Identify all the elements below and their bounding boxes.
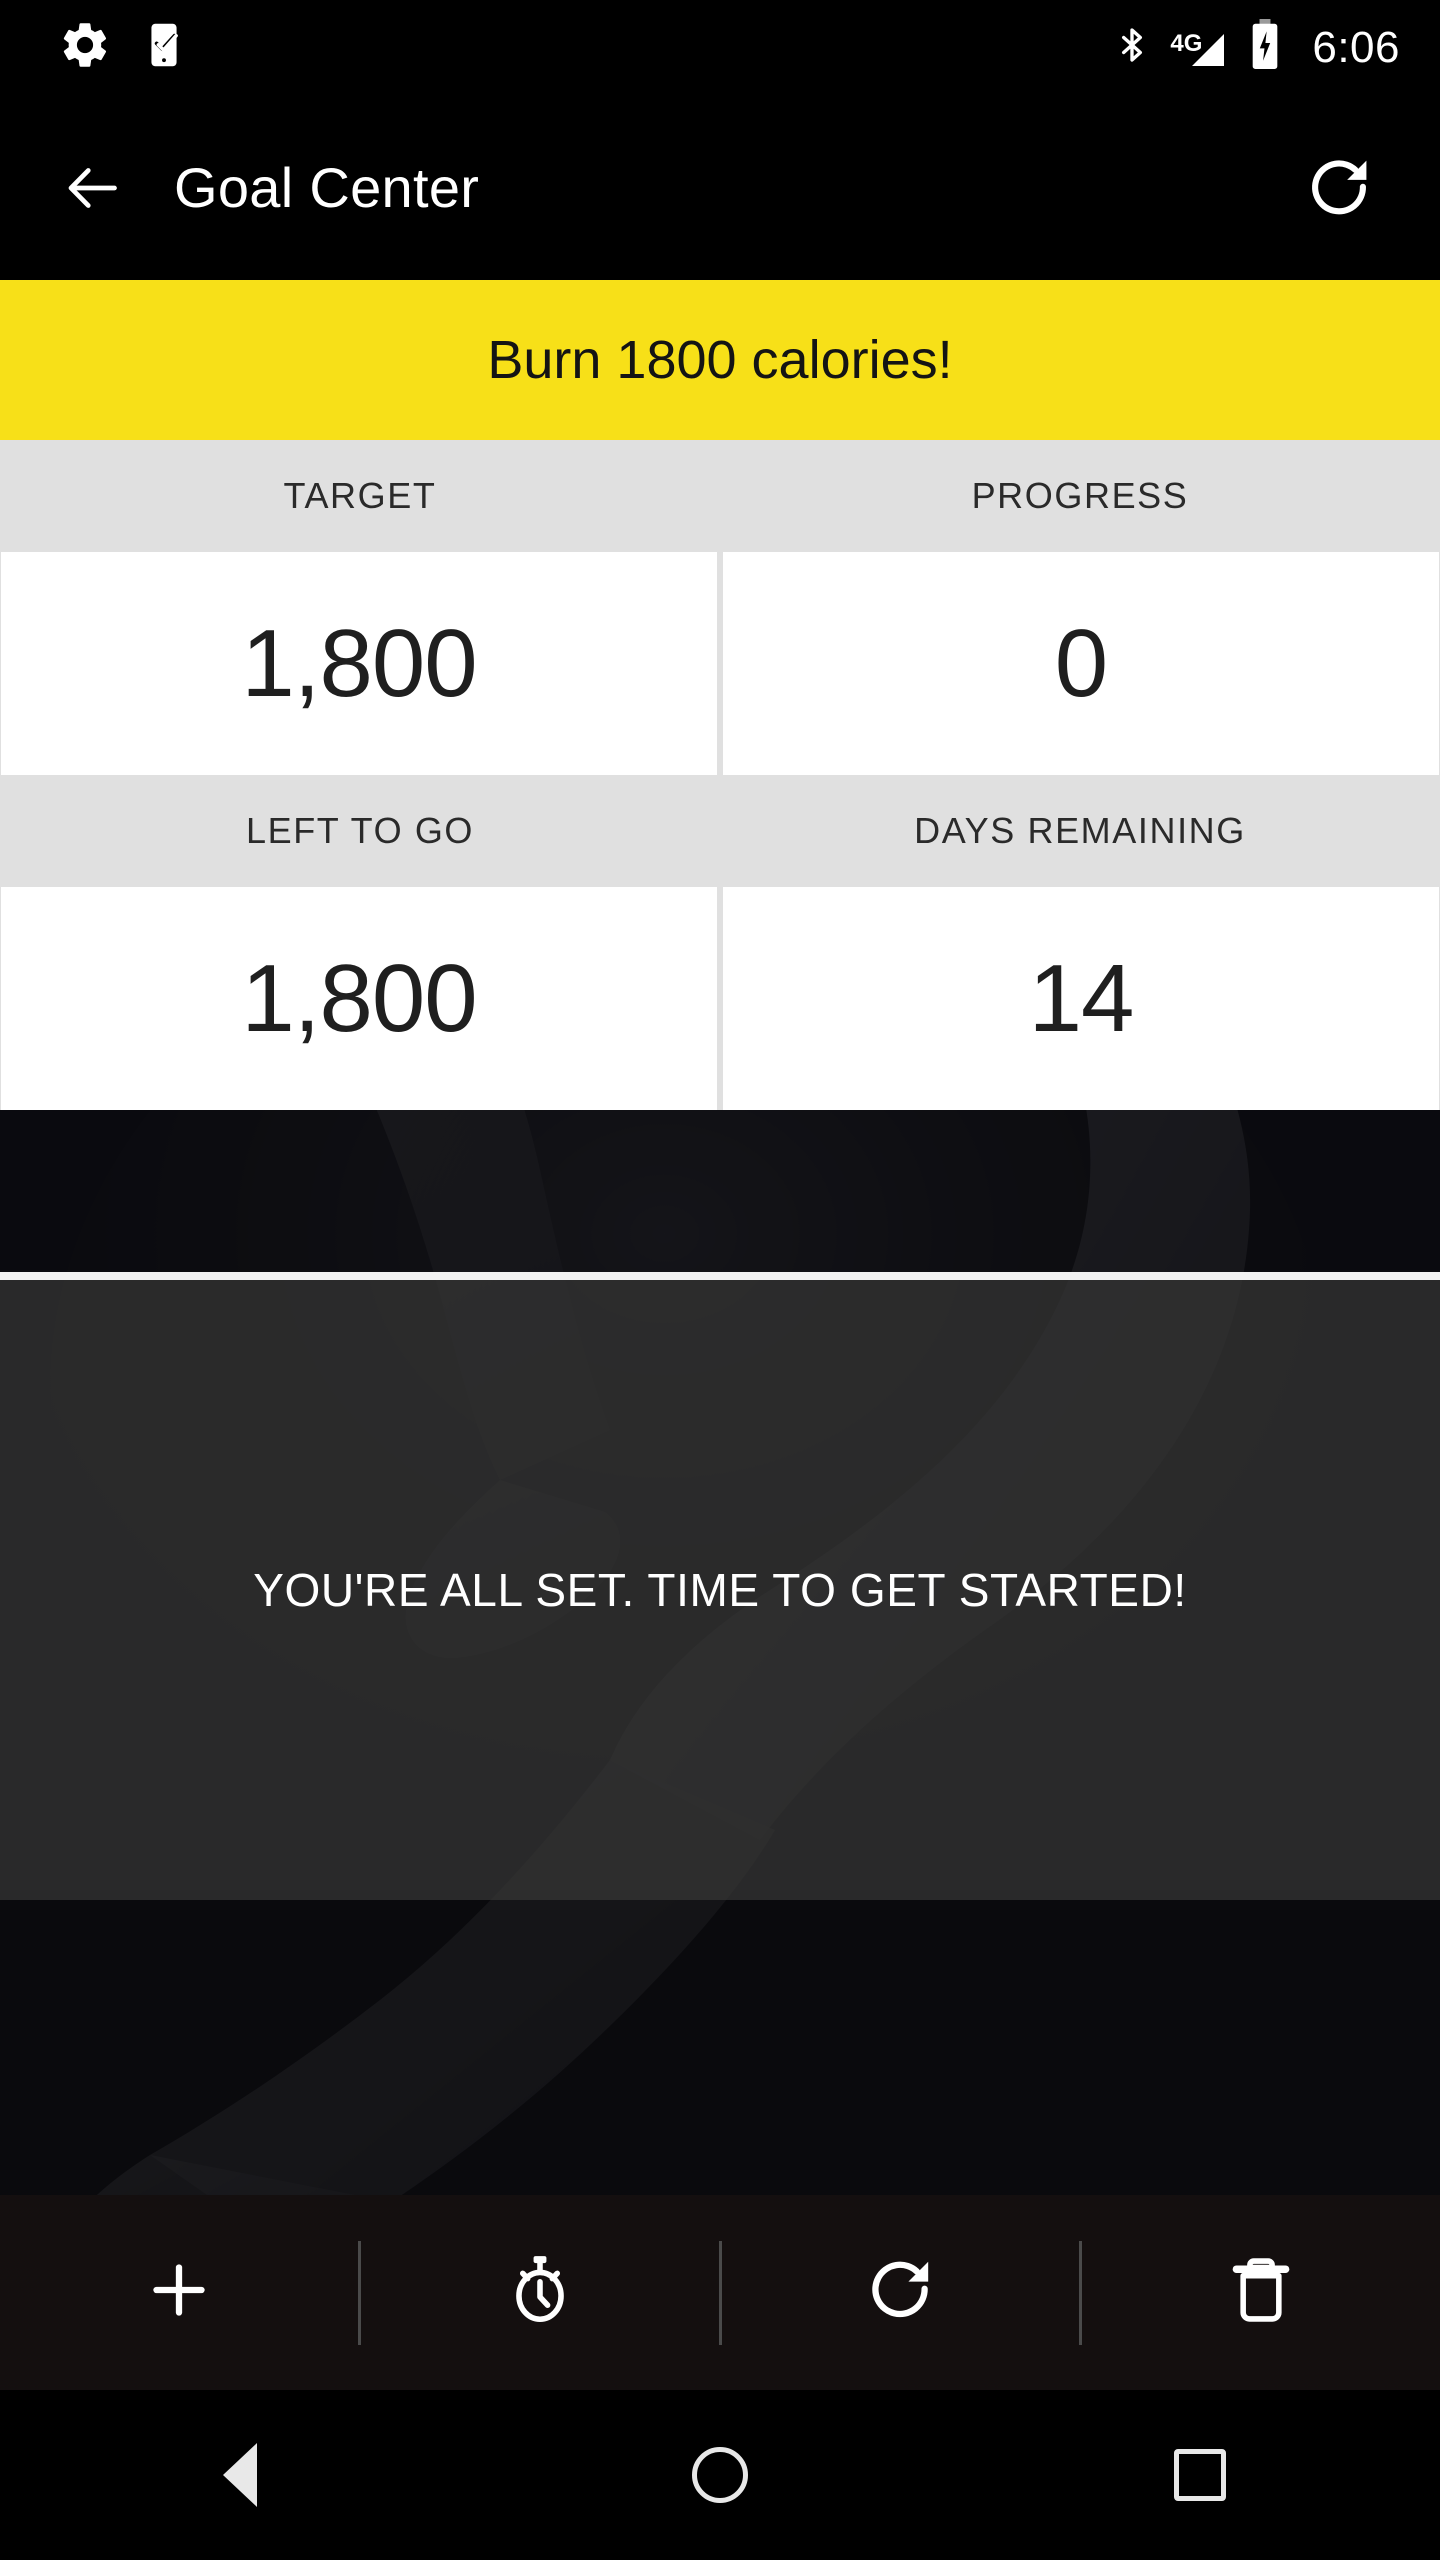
status-bar: 4G 6:06	[0, 0, 1440, 95]
goal-banner-text: Burn 1800 calories!	[487, 330, 953, 390]
gear-icon	[58, 18, 112, 77]
battery-charging-icon	[1248, 19, 1282, 76]
stats-header-row-2: LEFT TO GO DAYS REMAINING	[0, 775, 1440, 887]
bottom-toolbar	[0, 2195, 1440, 2390]
stat-label: PROGRESS	[971, 475, 1189, 516]
status-bar-right-icons: 4G 6:06	[1112, 0, 1400, 95]
phone-check-icon	[138, 19, 190, 76]
stat-value: 14	[1028, 944, 1135, 1052]
stat-value-left-to-go[interactable]: 1,800	[1, 887, 717, 1110]
add-button[interactable]	[0, 2195, 358, 2390]
status-bar-clock: 6:06	[1312, 22, 1400, 72]
hero-section: YOU'RE ALL SET. TIME TO GET STARTED!	[0, 1110, 1440, 2195]
nav-recents-icon[interactable]	[960, 2449, 1440, 2501]
stat-value-progress[interactable]: 0	[723, 552, 1439, 775]
stat-value: 1,800	[241, 944, 477, 1052]
stats-value-row-1: 1,800 0	[0, 552, 1440, 775]
signal-bars-icon: 4G	[1170, 24, 1228, 72]
stat-value-target[interactable]: 1,800	[1, 552, 717, 775]
hero-message: YOU'RE ALL SET. TIME TO GET STARTED!	[253, 1564, 1187, 1616]
stopwatch-icon	[503, 2252, 577, 2333]
hero-divider	[0, 1272, 1440, 1280]
goal-banner[interactable]: Burn 1800 calories!	[0, 280, 1440, 440]
reset-button[interactable]	[722, 2195, 1080, 2390]
column-divider	[718, 887, 722, 1110]
nav-home-circle	[692, 2447, 748, 2503]
nav-back-triangle	[223, 2443, 257, 2507]
app-bar: Goal Center	[0, 95, 1440, 280]
stat-value: 1,800	[241, 609, 477, 717]
refresh-icon	[864, 2254, 936, 2331]
stat-header-target: TARGET	[0, 440, 720, 552]
timer-button[interactable]	[361, 2195, 719, 2390]
stat-label: DAYS REMAINING	[914, 810, 1246, 851]
hero-lower-band	[0, 1900, 1440, 2195]
stats-value-row-2: 1,800 14	[0, 887, 1440, 1110]
stats-grid: TARGET PROGRESS 1,800 0 LEFT TO GO DAYS …	[0, 440, 1440, 1110]
delete-button[interactable]	[1082, 2195, 1440, 2390]
column-divider	[718, 552, 722, 775]
stat-label: LEFT TO GO	[245, 810, 475, 851]
page-title: Goal Center	[174, 156, 480, 219]
nav-back-icon[interactable]	[0, 2443, 480, 2507]
hero-message-panel: YOU'RE ALL SET. TIME TO GET STARTED!	[0, 1280, 1440, 1900]
back-arrow-icon[interactable]	[52, 148, 132, 228]
status-bar-left-icons	[0, 18, 190, 77]
stats-header-row-1: TARGET PROGRESS	[0, 440, 1440, 552]
nav-home-icon[interactable]	[480, 2447, 960, 2503]
trash-icon	[1228, 2252, 1294, 2333]
bluetooth-icon	[1112, 20, 1152, 75]
nav-recents-square	[1174, 2449, 1226, 2501]
stat-header-progress: PROGRESS	[720, 440, 1440, 552]
stat-value-days-remaining[interactable]: 14	[723, 887, 1439, 1110]
stat-header-days-remaining: DAYS REMAINING	[720, 775, 1440, 887]
android-nav-bar	[0, 2390, 1440, 2560]
hero-upper-band	[0, 1110, 1440, 1272]
refresh-icon[interactable]	[1300, 149, 1378, 227]
stat-value: 0	[1054, 609, 1108, 717]
plus-icon	[143, 2254, 215, 2331]
app-screen: 4G 6:06 Goal Center Burn 1800 calories! …	[0, 0, 1440, 2560]
stat-label: TARGET	[283, 475, 437, 516]
stat-header-left-to-go: LEFT TO GO	[0, 775, 720, 887]
